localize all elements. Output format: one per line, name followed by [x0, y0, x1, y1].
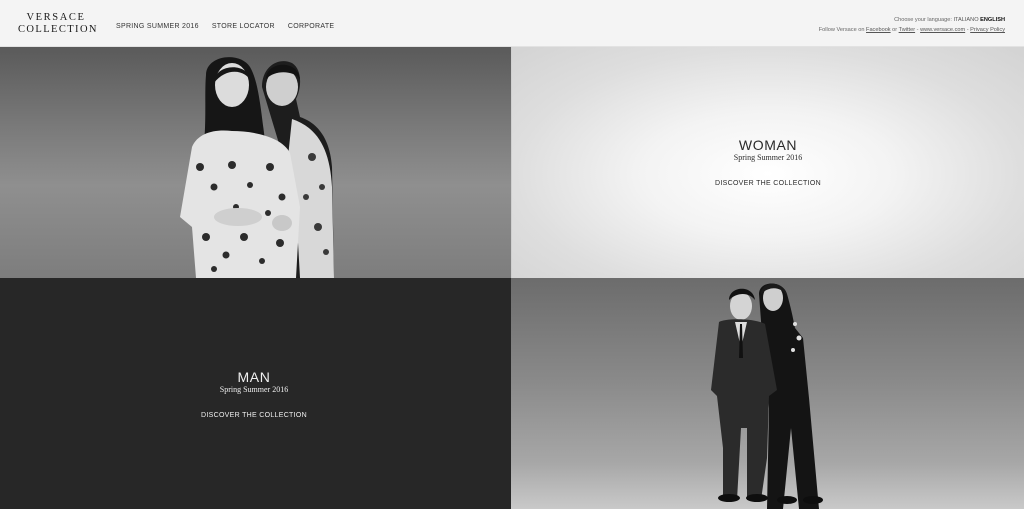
- versace-site-link[interactable]: www.versace.com: [920, 27, 965, 33]
- nav-spring-summer-2016[interactable]: SPRING SUMMER 2016: [116, 23, 199, 30]
- language-selector: Choose your language: ITALIANO ENGLISH: [819, 15, 1005, 25]
- man-campaign-image: [711, 283, 823, 509]
- facebook-link[interactable]: Facebook: [866, 27, 891, 33]
- site-header: VERSACE COLLECTION SPRING SUMMER 2016 ST…: [0, 0, 1024, 47]
- woman-title: WOMAN: [738, 137, 798, 153]
- logo-line-2: COLLECTION: [18, 23, 98, 35]
- header-utility: Choose your language: ITALIANO ENGLISH F…: [819, 15, 1005, 35]
- woman-campaign-image: [180, 57, 334, 278]
- language-italiano[interactable]: ITALIANO: [953, 17, 978, 23]
- woman-campaign-photo[interactable]: [0, 47, 511, 278]
- man-discover-link[interactable]: DISCOVER THE COLLECTION: [201, 412, 307, 419]
- woman-caption: WOMAN Spring Summer 2016 DISCOVER THE CO…: [668, 137, 868, 190]
- versace-collection-logo[interactable]: VERSACE COLLECTION: [18, 12, 98, 35]
- follow-or: or: [892, 27, 898, 33]
- nav-store-locator[interactable]: STORE LOCATOR: [212, 23, 275, 30]
- man-subtitle: Spring Summer 2016: [219, 385, 289, 394]
- man-section[interactable]: MAN Spring Summer 2016 DISCOVER THE COLL…: [0, 278, 511, 509]
- woman-subtitle: Spring Summer 2016: [733, 153, 803, 162]
- follow-prefix: Follow Versace on: [818, 27, 865, 33]
- twitter-link[interactable]: Twitter: [899, 27, 915, 33]
- woman-section[interactable]: WOMAN Spring Summer 2016 DISCOVER THE CO…: [511, 47, 1024, 278]
- follow-links: Follow Versace on Facebook or Twitter - …: [819, 25, 1005, 35]
- logo-line-1: VERSACE: [26, 12, 86, 23]
- nav-corporate[interactable]: CORPORATE: [288, 23, 335, 30]
- follow-sep-1: -: [916, 27, 919, 33]
- language-english[interactable]: ENGLISH: [980, 17, 1005, 23]
- man-caption: MAN Spring Summer 2016 DISCOVER THE COLL…: [154, 369, 354, 422]
- privacy-policy-link[interactable]: Privacy Policy: [970, 27, 1005, 33]
- language-prompt: Choose your language:: [894, 17, 952, 23]
- woman-discover-link[interactable]: DISCOVER THE COLLECTION: [715, 180, 821, 187]
- follow-sep-2: -: [966, 27, 969, 33]
- man-title: MAN: [237, 369, 271, 385]
- main-nav: SPRING SUMMER 2016 STORE LOCATOR CORPORA…: [116, 23, 334, 30]
- man-campaign-photo[interactable]: [511, 278, 1024, 509]
